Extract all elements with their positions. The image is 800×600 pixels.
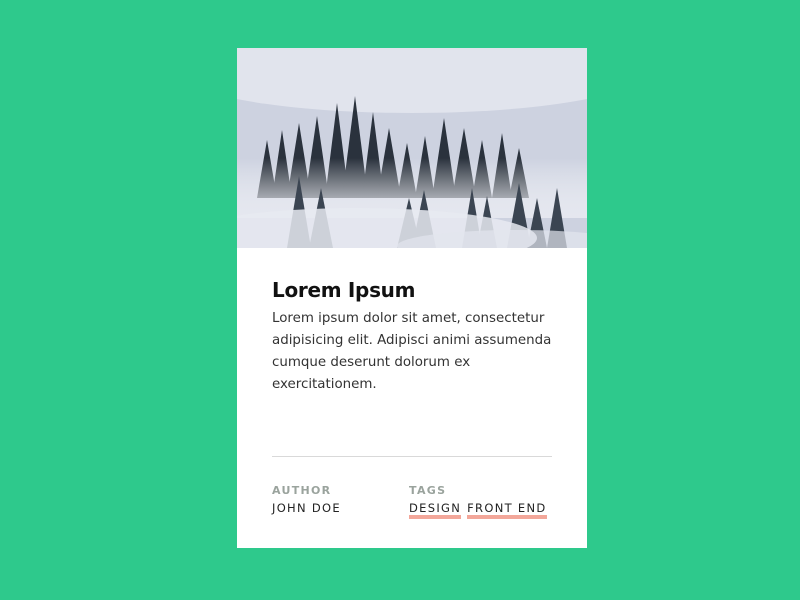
tags-label: TAGS xyxy=(409,484,447,497)
card-content: Lorem Ipsum Lorem ipsum dolor sit amet, … xyxy=(272,278,552,396)
card-body: Lorem ipsum dolor sit amet, consectetur … xyxy=(272,311,552,392)
hero-image xyxy=(237,48,587,248)
tag-list: DESIGN FRONT END xyxy=(409,501,547,519)
tags-section: TAGS DESIGN FRONT END xyxy=(409,484,547,519)
author-label: AUTHOR xyxy=(272,484,332,497)
article-card: Lorem Ipsum Lorem ipsum dolor sit amet, … xyxy=(237,48,587,548)
tag-front-end-link[interactable]: FRONT END xyxy=(467,501,547,519)
author-section: AUTHOR JOHN DOE xyxy=(272,484,341,515)
tag-design-link[interactable]: DESIGN xyxy=(409,501,462,519)
card-title: Lorem Ipsum xyxy=(272,278,416,302)
author-name: JOHN DOE xyxy=(272,501,341,515)
foggy-forest-image xyxy=(237,48,587,248)
divider xyxy=(272,456,552,457)
